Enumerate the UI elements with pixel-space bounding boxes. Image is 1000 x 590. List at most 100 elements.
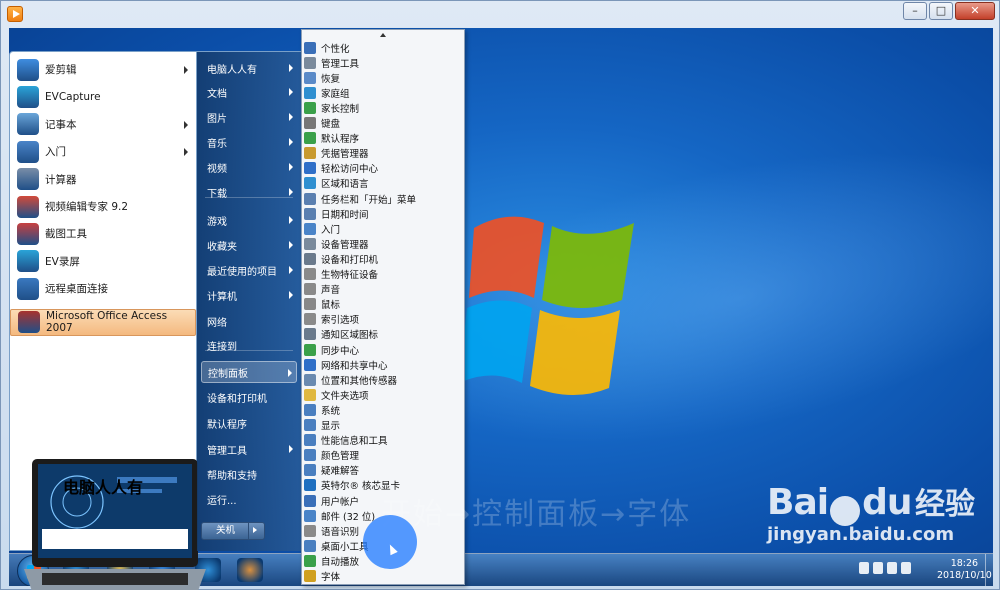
control-panel-item[interactable]: 键盘 xyxy=(304,116,462,131)
places-item[interactable]: 电脑人人有 xyxy=(201,57,297,79)
maximize-button[interactable]: □ xyxy=(929,2,953,20)
control-panel-item[interactable]: 颜色管理 xyxy=(304,448,462,463)
control-panel-item[interactable]: 管理工具 xyxy=(304,55,462,70)
control-panel-item[interactable]: 设备管理器 xyxy=(304,236,462,251)
control-panel-item[interactable]: 位置和其他传感器 xyxy=(304,372,462,387)
control-panel-item-label: 鼠标 xyxy=(321,300,341,312)
control-panel-item-icon xyxy=(304,86,316,99)
places-item[interactable]: 运行... xyxy=(201,488,297,510)
control-panel-item[interactable]: 轻松访问中心 xyxy=(304,161,462,176)
control-panel-item[interactable]: 凭据管理器 xyxy=(304,146,462,161)
control-panel-item[interactable]: 任务栏和「开始」菜单 xyxy=(304,191,462,206)
control-panel-item[interactable]: 家长控制 xyxy=(304,100,462,115)
scroll-up-arrow[interactable] xyxy=(380,33,386,37)
control-panel-item[interactable]: 区域和语言 xyxy=(304,176,462,191)
control-panel-item[interactable]: 性能信息和工具 xyxy=(304,433,462,448)
control-panel-item-icon xyxy=(304,147,316,160)
places-item[interactable]: 收藏夹 xyxy=(201,234,297,256)
cursor-highlight xyxy=(363,515,417,569)
shutdown-button[interactable]: 关机 xyxy=(201,522,265,540)
program-label: EVCapture xyxy=(45,90,101,103)
control-panel-item-label: 索引选项 xyxy=(321,315,360,327)
control-panel-item-label: 疑难解答 xyxy=(321,466,360,478)
program-item[interactable]: 截图工具 xyxy=(10,220,196,247)
control-panel-item-icon xyxy=(304,373,316,386)
control-panel-item-icon xyxy=(304,464,316,477)
control-panel-item-label: 语音识别 xyxy=(321,526,360,538)
places-item[interactable]: 文档 xyxy=(201,81,297,103)
places-item[interactable]: 默认程序 xyxy=(201,412,297,434)
control-panel-item[interactable]: 声音 xyxy=(304,282,462,297)
control-panel-item[interactable]: 日期和时间 xyxy=(304,206,462,221)
program-item[interactable]: 爱剪辑 xyxy=(10,56,196,83)
control-panel-item[interactable]: 系统 xyxy=(304,402,462,417)
control-panel-item-label: 设备和打印机 xyxy=(321,254,379,266)
control-panel-item[interactable]: 个性化 xyxy=(304,40,462,55)
control-panel-item[interactable]: 鼠标 xyxy=(304,297,462,312)
program-item[interactable]: EVCapture xyxy=(10,83,196,110)
program-item[interactable]: 记事本 xyxy=(10,111,196,138)
program-label: EV录屏 xyxy=(45,255,80,268)
control-panel-item[interactable]: 家庭组 xyxy=(304,85,462,100)
tray-volume-icon[interactable] xyxy=(901,562,911,574)
places-item[interactable]: 视频 xyxy=(201,156,297,178)
title-bar[interactable]: – □ ✕ xyxy=(1,1,999,27)
places-item[interactable]: 连接到 xyxy=(201,334,297,356)
tray-network-icon[interactable] xyxy=(887,562,897,574)
places-item[interactable]: 游戏 xyxy=(201,209,297,231)
tray-device-icon[interactable] xyxy=(873,562,883,574)
places-item[interactable]: 音乐 xyxy=(201,131,297,153)
places-item[interactable]: 图片 xyxy=(201,106,297,128)
control-panel-item-icon xyxy=(304,479,316,492)
control-panel-item-label: 个性化 xyxy=(321,43,350,55)
places-item[interactable]: 最近使用的项目 xyxy=(201,259,297,281)
program-item[interactable]: 入门 xyxy=(10,138,196,165)
control-panel-item-label: 桌面小工具 xyxy=(321,541,369,553)
clock[interactable]: 18:26 2018/10/10 xyxy=(937,558,992,582)
window-controls: – □ ✕ xyxy=(901,2,995,20)
places-item[interactable]: 下载 xyxy=(201,181,297,203)
control-panel-item[interactable]: 同步中心 xyxy=(304,342,462,357)
minimize-button[interactable]: – xyxy=(903,2,927,20)
control-panel-item[interactable]: 文件夹选项 xyxy=(304,387,462,402)
control-panel-item-icon xyxy=(304,222,316,235)
show-desktop-button[interactable] xyxy=(985,554,993,586)
control-panel-item[interactable]: 恢复 xyxy=(304,70,462,85)
program-item[interactable]: 远程桌面连接 xyxy=(10,275,196,302)
program-item[interactable]: EV录屏 xyxy=(10,248,196,275)
baidu-logo-text-2: du xyxy=(862,482,912,523)
submenu-arrow-icon xyxy=(289,188,293,196)
control-panel-item-icon xyxy=(304,494,316,507)
control-panel-item[interactable]: 网络和共享中心 xyxy=(304,357,462,372)
places-item-label: 最近使用的项目 xyxy=(207,266,277,278)
control-panel-item[interactable]: 疑难解答 xyxy=(304,463,462,478)
control-panel-item-label: 文件夹选项 xyxy=(321,390,369,402)
control-panel-item[interactable]: 字体 xyxy=(304,569,462,584)
control-panel-item[interactable]: 设备和打印机 xyxy=(304,251,462,266)
control-panel-item[interactable]: 通知区域图标 xyxy=(304,327,462,342)
control-panel-item-icon xyxy=(304,71,316,84)
control-panel-item-icon xyxy=(304,419,316,431)
control-panel-item-icon xyxy=(304,177,316,190)
control-panel-item[interactable]: 默认程序 xyxy=(304,131,462,146)
places-item[interactable]: 帮助和支持 xyxy=(201,463,297,485)
control-panel-item[interactable]: 显示 xyxy=(304,418,462,433)
control-panel-item[interactable]: 索引选项 xyxy=(304,312,462,327)
tray-arrow-icon[interactable] xyxy=(859,562,869,574)
places-item[interactable]: 控制面板 xyxy=(201,361,297,383)
paint-icon[interactable] xyxy=(237,558,263,582)
close-button[interactable]: ✕ xyxy=(955,2,995,20)
places-item[interactable]: 计算机 xyxy=(201,284,297,306)
places-item[interactable]: 网络 xyxy=(201,310,297,332)
program-item[interactable]: 计算器 xyxy=(10,166,196,193)
control-panel-item[interactable]: 入门 xyxy=(304,221,462,236)
places-item[interactable]: 管理工具 xyxy=(201,438,297,460)
program-item[interactable]: 视频编辑专家 9.2 xyxy=(10,193,196,220)
control-panel-item-icon xyxy=(304,449,316,462)
control-panel-item[interactable]: 生物特征设备 xyxy=(304,267,462,282)
program-item[interactable]: Microsoft Office Access 2007 xyxy=(10,308,196,336)
program-label: 爱剪辑 xyxy=(45,64,77,76)
places-item[interactable]: 设备和打印机 xyxy=(201,386,297,408)
submenu-arrow-icon xyxy=(289,241,293,249)
shutdown-options-arrow[interactable] xyxy=(248,523,264,539)
